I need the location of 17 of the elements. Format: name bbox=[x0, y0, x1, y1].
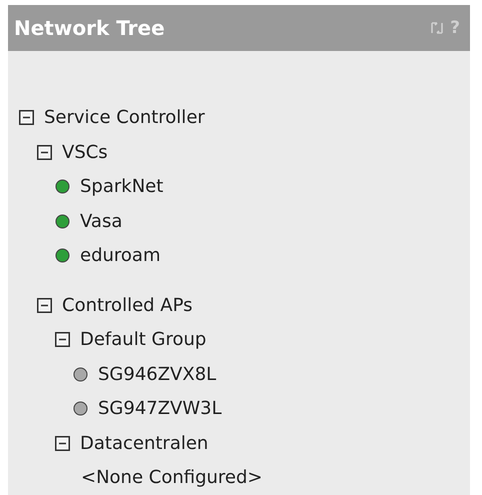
tree-node-label[interactable]: SG946ZVX8L bbox=[98, 364, 216, 385]
tree-node-label[interactable]: SG947ZVW3L bbox=[98, 398, 222, 420]
empty-note: <None Configured> bbox=[80, 467, 263, 488]
panel-title: Network Tree bbox=[14, 16, 166, 40]
collapse-icon[interactable] bbox=[55, 436, 70, 451]
tree-node-label[interactable]: Default Group bbox=[80, 329, 206, 350]
collapse-icon[interactable] bbox=[19, 110, 34, 126]
tree-node-label[interactable]: Datacentralen bbox=[80, 432, 208, 454]
tree-node-label[interactable]: VSCs bbox=[62, 142, 108, 163]
tree-node-label[interactable]: Controlled APs bbox=[62, 294, 193, 316]
tree-node-label[interactable]: Service Controller bbox=[44, 107, 205, 128]
tree-node-label[interactable]: Vasa bbox=[80, 210, 122, 232]
tree-node-label[interactable]: eduroam bbox=[80, 245, 160, 266]
collapse-icon[interactable] bbox=[37, 144, 52, 160]
tree-node-label[interactable]: SparkNet bbox=[80, 176, 164, 198]
collapse-icon[interactable] bbox=[55, 332, 70, 348]
collapse-icon[interactable] bbox=[37, 298, 52, 313]
